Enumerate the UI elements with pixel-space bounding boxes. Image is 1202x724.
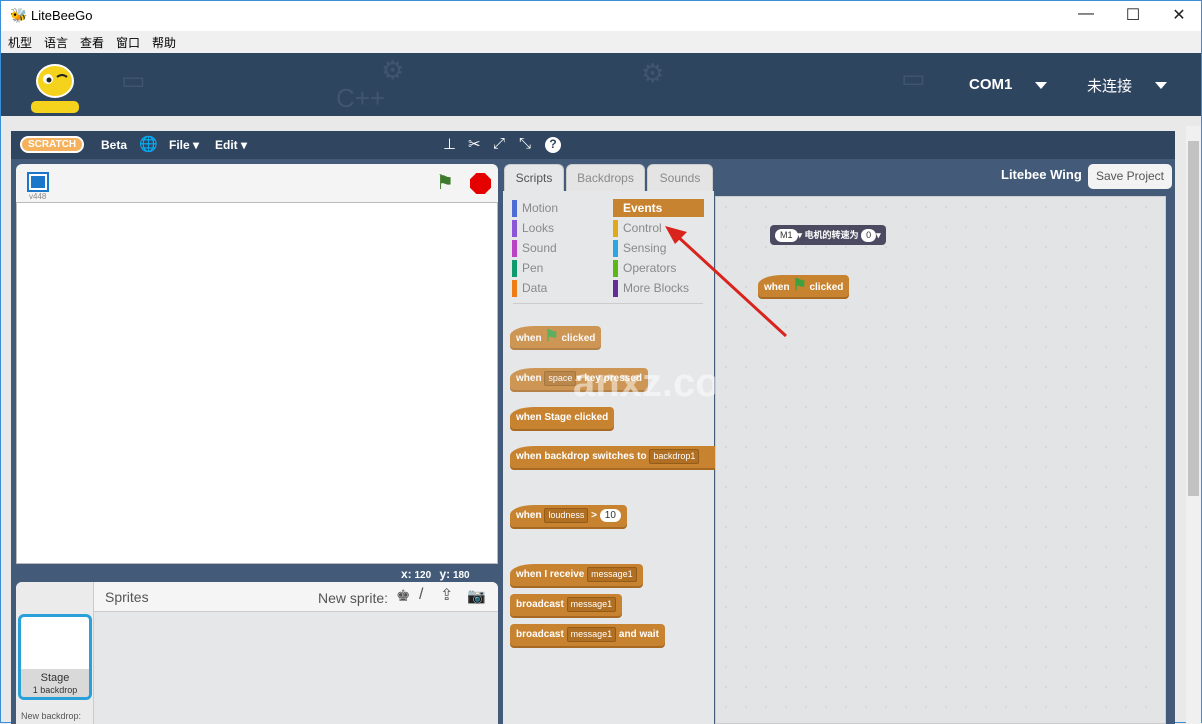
category-motion[interactable]: Motion — [512, 199, 602, 217]
beta-label: Beta — [101, 138, 128, 152]
block-when-flag-clicked[interactable]: when ⚑ clicked — [510, 326, 602, 348]
sprites-title: Sprites — [105, 589, 149, 605]
new-sprite-label: New sprite: — [318, 590, 389, 606]
shrink-icon[interactable]: ⤡ — [519, 135, 531, 152]
green-flag-icon: ⚑ — [544, 328, 559, 345]
save-project-button[interactable]: Save Project — [1088, 164, 1172, 189]
port-select[interactable]: COM1 — [969, 76, 1012, 93]
category-data[interactable]: Data — [512, 279, 602, 297]
tab-scripts[interactable]: Scripts — [504, 164, 564, 192]
scratch-logo[interactable]: SCRATCH — [20, 136, 85, 153]
paint-brush-icon[interactable]: / — [419, 586, 423, 604]
stage-name: Stage — [40, 672, 70, 684]
title-bar: 🐝 LiteBeeGo — ☐ ✕ — [1, 1, 1201, 31]
category-events[interactable]: Events — [613, 199, 704, 217]
green-flag-icon[interactable]: ⚑ — [436, 170, 454, 195]
new-backdrop-label: New backdrop: — [21, 711, 82, 721]
window-title: LiteBeeGo — [31, 8, 93, 23]
backdrop-count: 1 backdrop — [32, 685, 78, 695]
banner: ▭ C++ ⚙ ⚙ ▭ — [1, 53, 1201, 116]
vertical-scrollbar[interactable] — [1186, 126, 1201, 724]
sprite-name-label: Litebee Wing — [1001, 167, 1082, 182]
connection-status[interactable]: 未连接 — [1087, 75, 1132, 96]
menu-help[interactable]: 帮助 — [152, 34, 176, 51]
block-broadcast[interactable]: broadcast message1 — [510, 594, 623, 616]
close-button[interactable]: ✕ — [1164, 5, 1194, 27]
port-chevron-down-icon[interactable] — [1035, 82, 1047, 89]
version-label: v448 — [29, 192, 47, 201]
globe-icon[interactable]: 🌐 — [139, 135, 158, 153]
block-broadcast-and-wait[interactable]: broadcast message1 and wait — [510, 624, 665, 646]
file-menu[interactable]: File ▾ — [169, 138, 199, 152]
stage-thumbnail[interactable]: Stage 1 backdrop — [18, 614, 92, 700]
tab-backdrops[interactable]: Backdrops — [566, 164, 645, 192]
stage-header: v448 ⚑ — [16, 164, 498, 202]
maximize-button[interactable]: ☐ — [1118, 5, 1148, 27]
block-when-i-receive[interactable]: when I receive message1 — [510, 564, 643, 586]
category-looks[interactable]: Looks — [512, 219, 602, 237]
mouse-coords: x: 120 y: 180 — [401, 567, 470, 581]
menu-window[interactable]: 窗口 — [116, 34, 140, 51]
status-chevron-down-icon[interactable] — [1155, 82, 1167, 89]
category-pen[interactable]: Pen — [512, 259, 602, 277]
stamp-icon[interactable]: ⊥ — [443, 135, 456, 153]
green-flag-icon: ⚑ — [792, 277, 807, 294]
help-icon[interactable]: ? — [545, 137, 561, 153]
menu-language[interactable]: 语言 — [44, 34, 68, 51]
sprite-library-icon[interactable]: ♚ — [396, 586, 410, 606]
presentation-mode-icon[interactable] — [27, 172, 49, 192]
category-sound[interactable]: Sound — [512, 239, 602, 257]
block-when-backdrop-switches[interactable]: when backdrop switches to backdrop1 — [510, 446, 720, 468]
stop-icon[interactable] — [470, 173, 491, 194]
block-when-stage-clicked[interactable]: when Stage clicked — [510, 407, 615, 429]
edit-menu[interactable]: Edit ▾ — [215, 138, 247, 152]
block-when-loudness[interactable]: when loudness > 10 — [510, 505, 627, 527]
menu-view[interactable]: 查看 — [80, 34, 104, 51]
upload-icon[interactable]: ⇪ — [440, 585, 453, 605]
stage-canvas[interactable] — [16, 202, 498, 564]
tab-sounds[interactable]: Sounds — [647, 164, 713, 192]
minimize-button[interactable]: — — [1071, 5, 1101, 27]
cut-icon[interactable]: ✂ — [468, 135, 481, 153]
litebee-logo — [31, 64, 79, 113]
app-icon: 🐝 — [10, 7, 28, 23]
menu-model[interactable]: 机型 — [8, 34, 32, 51]
sprites-header: Sprites New sprite: ♚ / ⇪ 📷 — [94, 582, 498, 612]
grow-icon[interactable]: ⤢ — [493, 135, 505, 152]
camera-icon[interactable]: 📷 — [467, 587, 486, 605]
annotation-arrow — [665, 226, 788, 338]
menu-bar: 机型 语言 查看 窗口 帮助 — [1, 31, 1201, 53]
